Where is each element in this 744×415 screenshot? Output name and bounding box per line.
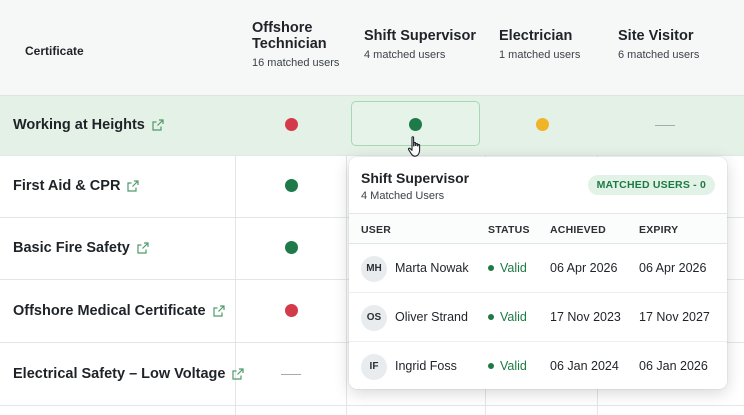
expiry-date: 06 Jan 2026 xyxy=(639,359,708,373)
external-link-icon[interactable] xyxy=(152,119,164,131)
table-row[interactable]: IF Ingrid Foss Valid 06 Jan 2024 06 Jan … xyxy=(349,342,727,389)
popover-title: Shift Supervisor xyxy=(361,170,470,186)
status-none-dash xyxy=(281,374,301,375)
external-link-icon[interactable] xyxy=(137,242,149,254)
column-title: Shift Supervisor xyxy=(364,28,476,44)
status-dot-green[interactable] xyxy=(285,241,298,254)
avatar: IF xyxy=(361,354,387,380)
column-title: Electrician xyxy=(499,28,573,44)
popover-subtitle: 4 Matched Users xyxy=(361,190,445,202)
certificate-name: First Aid & CPR xyxy=(13,178,121,194)
status-badge: Valid xyxy=(488,261,527,275)
certificate-row-first-aid-cpr[interactable]: First Aid & CPR xyxy=(13,178,140,194)
certificate-row-basic-fire-safety[interactable]: Basic Fire Safety xyxy=(13,240,149,256)
external-link-icon[interactable] xyxy=(127,180,140,192)
certificate-matrix: Certificate Offshore Technician 16 match… xyxy=(0,0,744,415)
column-header-user: USER xyxy=(361,224,391,236)
status-dot-red[interactable] xyxy=(285,118,298,131)
expiry-date: 06 Apr 2026 xyxy=(639,261,707,275)
status-dot-red[interactable] xyxy=(285,304,298,317)
avatar: OS xyxy=(361,305,387,331)
popover-table-header: USER STATUS ACHIEVED EXPIRY xyxy=(349,213,727,244)
expiry-date: 17 Nov 2027 xyxy=(639,310,710,324)
column-title: Site Visitor xyxy=(618,28,694,44)
column-header-achieved: ACHIEVED xyxy=(550,224,606,236)
hand-pointer-cursor-icon xyxy=(407,136,421,157)
column-title-line2: Technician xyxy=(252,36,327,52)
table-row[interactable]: MH Marta Nowak Valid 06 Apr 2026 06 Apr … xyxy=(349,244,727,293)
status-dot-amber[interactable] xyxy=(536,118,549,131)
achieved-date: 06 Jan 2024 xyxy=(550,359,619,373)
certificate-name: Basic Fire Safety xyxy=(13,240,130,256)
column-header-expiry: EXPIRY xyxy=(639,224,679,236)
matched-users-badge: MATCHED USERS - 0 xyxy=(587,175,715,195)
column-title: Offshore xyxy=(252,20,313,36)
column-header-site-visitor[interactable]: Site Visitor 6 matched users xyxy=(618,28,699,61)
certificate-row-working-at-heights[interactable]: Working at Heights xyxy=(13,117,164,133)
matrix-header: Certificate Offshore Technician 16 match… xyxy=(0,0,744,96)
status-dot-icon xyxy=(488,265,494,271)
status-dot-green[interactable] xyxy=(409,118,422,131)
avatar: MH xyxy=(361,256,387,282)
certificate-name: Working at Heights xyxy=(13,117,145,133)
certificate-row-offshore-medical[interactable]: Offshore Medical Certificate xyxy=(13,303,225,319)
status-dot-icon xyxy=(488,363,494,369)
user-name: Marta Nowak xyxy=(395,261,469,275)
external-link-icon[interactable] xyxy=(212,305,225,317)
column-matched-count: 1 matched users xyxy=(499,49,581,61)
status-badge: Valid xyxy=(488,359,527,373)
status-text: Valid xyxy=(500,310,527,324)
certificate-row-electrical-safety[interactable]: Electrical Safety – Low Voltage xyxy=(13,366,245,382)
status-dot-icon xyxy=(488,314,494,320)
column-header-shift-supervisor[interactable]: Shift Supervisor 4 matched users xyxy=(364,28,476,61)
column-matched-count: 4 matched users xyxy=(364,49,446,61)
matched-users-popover: Shift Supervisor 4 Matched Users MATCHED… xyxy=(349,157,727,389)
user-name: Ingrid Foss xyxy=(395,359,457,373)
achieved-date: 06 Apr 2026 xyxy=(550,261,618,275)
certificate-name: Offshore Medical Certificate xyxy=(13,303,206,319)
table-row[interactable]: OS Oliver Strand Valid 17 Nov 2023 17 No… xyxy=(349,293,727,342)
column-matched-count: 16 matched users xyxy=(252,57,340,69)
status-dot-green[interactable] xyxy=(285,179,298,192)
status-text: Valid xyxy=(500,359,527,373)
status-text: Valid xyxy=(500,261,527,275)
achieved-date: 17 Nov 2023 xyxy=(550,310,621,324)
column-header-electrician[interactable]: Electrician 1 matched users xyxy=(499,28,580,61)
column-matched-count: 6 matched users xyxy=(618,49,700,61)
certificate-name: Electrical Safety – Low Voltage xyxy=(13,366,226,382)
column-header-status: STATUS xyxy=(488,224,530,236)
status-badge: Valid xyxy=(488,310,527,324)
status-none-dash xyxy=(655,125,675,126)
certificate-column-header: Certificate xyxy=(25,44,84,58)
external-link-icon[interactable] xyxy=(232,368,245,380)
column-header-offshore-technician[interactable]: Offshore Technician 16 matched users xyxy=(252,20,339,69)
user-name: Oliver Strand xyxy=(395,310,468,324)
